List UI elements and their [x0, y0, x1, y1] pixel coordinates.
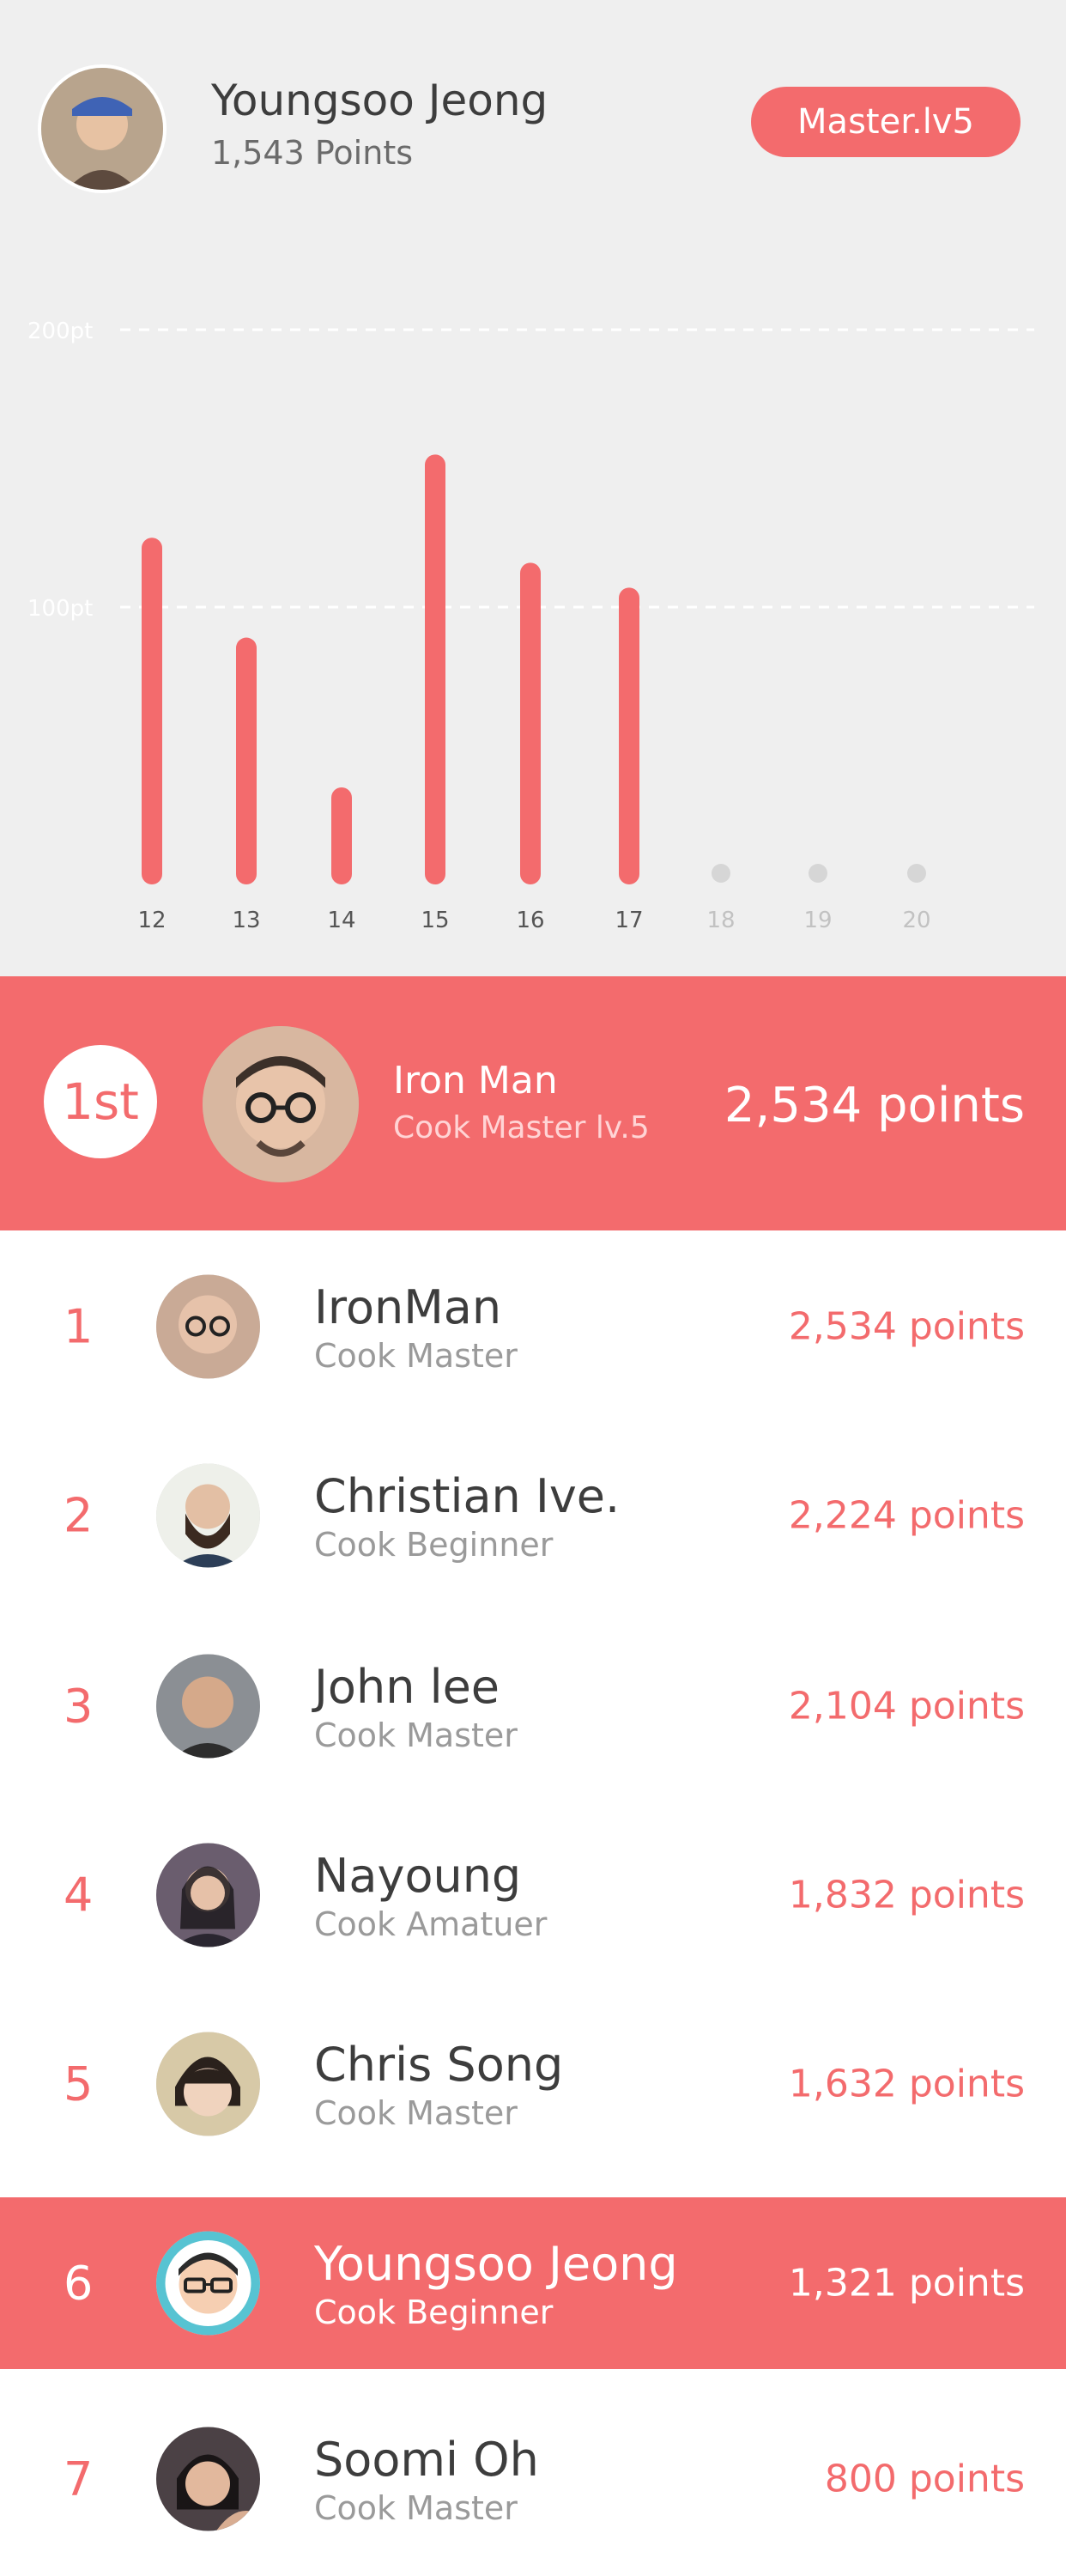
- x-tick-label: 18: [706, 908, 735, 933]
- user-name: Soomi Oh: [314, 2433, 539, 2487]
- rank-number: 4: [64, 1868, 94, 1923]
- user-points: 1,832 points: [788, 1873, 1025, 1917]
- chart-bar[interactable]: [619, 587, 639, 884]
- x-tick-label: 17: [615, 908, 643, 933]
- rank-number: 6: [64, 2256, 94, 2311]
- top-ranker-points: 2,534 points: [724, 1078, 1025, 1133]
- x-tick-label: 20: [902, 908, 930, 933]
- leaderboard-row-current-user[interactable]: 6 Youngsoo Jeong Cook Beginner 1,321 poi…: [0, 2197, 1066, 2369]
- chart-bar[interactable]: [331, 787, 352, 884]
- user-name: Youngsoo Jeong: [314, 2237, 678, 2291]
- user-name: Nayoung: [314, 1849, 522, 1903]
- user-avatar: [156, 2231, 260, 2336]
- leaderboard-row[interactable]: 2 Christian Ive. Cook Beginner 2,224 poi…: [0, 1430, 1066, 1601]
- chart-empty-point: [907, 864, 926, 883]
- top-ranker-avatar: [203, 1026, 359, 1182]
- points-bar-chart: 200pt 100pt 12 13 14 15 16 17 18 19 20: [27, 319, 1034, 933]
- user-avatar: [156, 2032, 260, 2136]
- user-points: 2,104 points: [788, 1684, 1025, 1728]
- user-name: IronMan: [314, 1280, 502, 1334]
- x-tick-label: 19: [803, 908, 832, 933]
- chart-bar[interactable]: [142, 538, 162, 884]
- user-points: 2,224 points: [788, 1493, 1025, 1538]
- user-name: Christian Ive.: [314, 1469, 621, 1523]
- user-points: 800 points: [824, 2457, 1025, 2501]
- user-avatar: [156, 1843, 260, 1947]
- rank-number: 2: [64, 1488, 94, 1543]
- user-avatar: [156, 2427, 260, 2531]
- user-points: 2,534 points: [788, 1304, 1025, 1349]
- x-tick-label: 15: [421, 908, 449, 933]
- profile-avatar[interactable]: [38, 64, 167, 193]
- user-title: Cook Master: [314, 2489, 518, 2527]
- user-title: Cook Master: [314, 1716, 518, 1754]
- chart-empty-point: [809, 864, 827, 883]
- user-avatar: [156, 1463, 260, 1568]
- level-button[interactable]: Master.lv5: [751, 87, 1021, 157]
- rank-number: 7: [64, 2451, 94, 2506]
- leaderboard-row[interactable]: 3 John lee Cook Master 2,104 points: [0, 1620, 1066, 1792]
- leaderboard-row[interactable]: 7 Soomi Oh Cook Master 800 points: [0, 2393, 1066, 2565]
- user-title: Cook Master: [314, 1337, 518, 1375]
- user-title: Cook Master: [314, 2094, 518, 2132]
- top-ranker-avatar-image: [203, 1026, 359, 1182]
- profile-name: Youngsoo Jeong: [211, 76, 548, 125]
- x-tick-label: 16: [516, 908, 544, 933]
- y-tick-label: 100pt: [27, 596, 93, 622]
- user-title: Cook Beginner: [314, 1526, 554, 1564]
- x-tick-label: 12: [137, 908, 166, 933]
- user-title: Cook Amatuer: [314, 1905, 548, 1943]
- top-ranker-level: Cook Master lv.5: [393, 1110, 650, 1145]
- leaderboard-row[interactable]: 4 Nayoung Cook Amatuer 1,832 points: [0, 1809, 1066, 1981]
- user-avatar: [156, 1654, 260, 1759]
- profile-avatar-image: [41, 68, 163, 190]
- chart-bar[interactable]: [520, 562, 541, 884]
- user-points: 1,321 points: [788, 2261, 1025, 2306]
- rank-number: 3: [64, 1679, 94, 1734]
- user-name: Chris Song: [314, 2038, 564, 2092]
- top-ranker-name: Iron Man: [393, 1059, 558, 1103]
- chart-bar[interactable]: [425, 454, 445, 884]
- leaderboard-row[interactable]: 5 Chris Song Cook Master 1,632 points: [0, 1998, 1066, 2170]
- chart-empty-point: [712, 864, 730, 883]
- user-avatar: [156, 1274, 260, 1379]
- x-tick-label: 13: [232, 908, 260, 933]
- chart-bar[interactable]: [236, 637, 257, 884]
- y-tick-label: 200pt: [27, 319, 93, 344]
- rank-number: 5: [64, 2057, 94, 2111]
- user-title: Cook Beginner: [314, 2293, 554, 2331]
- top-rank-badge: 1st: [44, 1045, 157, 1158]
- user-name: John lee: [314, 1660, 500, 1714]
- rank-number: 1: [64, 1299, 94, 1354]
- x-tick-label: 14: [327, 908, 355, 933]
- leaderboard-row[interactable]: 1 IronMan Cook Master 2,534 points: [0, 1241, 1066, 1413]
- user-points: 1,632 points: [788, 2062, 1025, 2106]
- profile-points: 1,543 Points: [211, 134, 414, 172]
